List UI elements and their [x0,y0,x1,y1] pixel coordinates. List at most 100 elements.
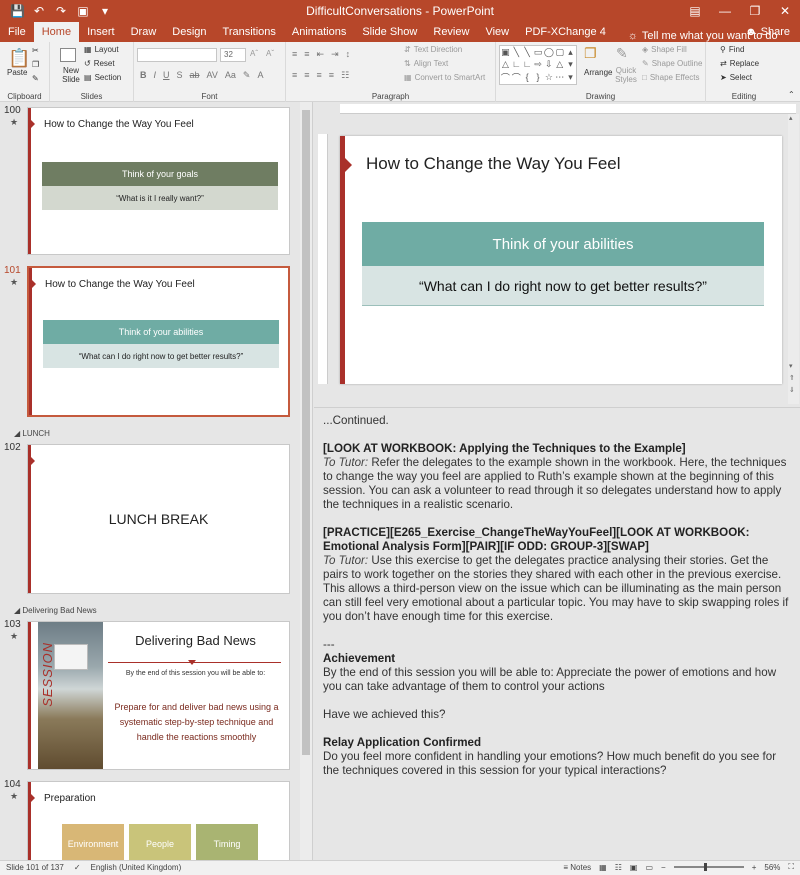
font-size-combo[interactable]: 32 [220,48,246,62]
columns-icon[interactable]: ☷ [341,70,349,81]
normal-view-icon[interactable]: ▦ [599,863,607,872]
shape-fill-button[interactable]: ◈ Shape Fill [642,45,687,54]
spellcheck-icon[interactable]: ✓ [74,863,81,872]
triangle-shape-icon[interactable]: △ [502,59,509,70]
elbow2-shape-icon[interactable]: ∟ [523,59,532,69]
reading-view-icon[interactable]: ▣ [630,863,638,872]
thumbnail-slide-103[interactable]: SESSION Delivering Bad News By the end o… [27,621,290,770]
text-direction-button[interactable]: ⇵ Text Direction [404,45,462,54]
more-shapes-icon[interactable]: ⋯ [555,72,564,83]
gallery-down-icon[interactable]: ▾ [568,59,573,70]
thumbnail-slide-104[interactable]: Preparation Environment People Timing [27,781,290,860]
quick-styles-label[interactable]: Quick Styles [614,66,638,84]
close-icon[interactable]: ✕ [770,0,800,22]
callout-shape-icon[interactable]: △ [556,59,563,70]
strikethrough-icon[interactable]: ab [190,70,200,81]
numbering-icon[interactable]: ≡ [304,49,309,60]
font-color-icon[interactable]: A [257,70,263,81]
star-shape-icon[interactable]: ☆ [545,72,553,83]
arrow-down-shape-icon[interactable]: ⇩ [545,59,553,70]
thumbnails-scrollbar[interactable] [300,102,312,860]
collapse-ribbon-icon[interactable]: ⌃ [788,90,795,99]
arrow-right-shape-icon[interactable]: ⇨ [534,59,542,70]
reset-button[interactable]: ↺ Reset [84,59,115,68]
new-slide-label[interactable]: New Slide [56,66,86,84]
thumbnail-slide-101[interactable]: How to Change the Way You Feel Think of … [27,266,290,417]
slide-sorter-icon[interactable]: ☷ [615,863,622,872]
highlight-icon[interactable]: ✎ [243,70,251,81]
format-painter-icon[interactable]: ✎ [32,74,39,83]
thumbnail-slide-100[interactable]: How to Change the Way You Feel Think of … [27,107,290,255]
oval-shape-icon[interactable]: ◯ [544,47,554,58]
scroll-down-icon[interactable]: ▾ [789,362,793,370]
line-shape-icon[interactable]: ╲ [514,47,519,58]
zoom-slider[interactable] [673,863,744,871]
line2-shape-icon[interactable]: ╲ [524,47,529,58]
convert-smartart-button[interactable]: ▦ Convert to SmartArt [404,73,485,82]
restore-icon[interactable]: ❐ [740,0,770,22]
previous-slide-icon[interactable]: ⇑ [789,374,795,382]
brace-left-shape-icon[interactable]: { [526,72,529,82]
tab-home[interactable]: Home [33,22,80,42]
slide-scrollbar[interactable]: ▴ ▾ ⇑ ⇓ [788,114,799,404]
section-header-lunch[interactable]: ◢ LUNCH [14,429,50,438]
next-slide-icon[interactable]: ⇓ [789,386,795,394]
current-slide[interactable]: How to Change the Way You Feel Think of … [340,136,782,384]
replace-button[interactable]: ⇄ Replace [720,59,759,68]
increase-indent-icon[interactable]: ⇥ [331,49,339,60]
tab-transitions[interactable]: Transitions [215,22,284,42]
align-left-icon[interactable]: ≡ [292,70,297,81]
paste-label[interactable]: Paste [7,68,27,77]
arrange-label[interactable]: Arrange [584,68,612,77]
new-slide-icon[interactable] [60,48,76,62]
grow-font-icon[interactable]: Aˆ [250,49,258,58]
undo-icon[interactable]: ↶ [32,4,46,18]
curve-shape-icon[interactable]: ⌒ [501,71,510,84]
bold-icon[interactable]: B [140,70,147,81]
speaker-notes[interactable]: ...Continued. [LOOK AT WORKBOOK: Applyin… [314,407,800,860]
section-header-bad-news[interactable]: ◢ Delivering Bad News [14,606,97,615]
gallery-up-icon[interactable]: ▴ [568,47,573,58]
zoom-in-icon[interactable]: + [752,863,757,872]
italic-icon[interactable]: I [154,70,157,81]
rounded-rect-shape-icon[interactable]: ▢ [555,47,564,58]
start-slideshow-icon[interactable]: ▣ [76,4,90,18]
notes-toggle[interactable]: ≡ Notes [563,863,591,872]
zoom-slider-knob[interactable] [703,863,707,871]
zoom-out-icon[interactable]: − [661,863,666,872]
shadow-icon[interactable]: S [177,70,183,81]
slide-band-heading[interactable]: Think of your abilities [362,222,764,266]
brace-right-shape-icon[interactable]: } [536,72,539,82]
zoom-level[interactable]: 56% [764,863,780,872]
scroll-up-icon[interactable]: ▴ [789,114,793,122]
shapes-gallery[interactable]: ▣ ╲ ╲ ▭ ◯ ▢ ▴ △ ∟ ∟ ⇨ ⇩ △ ▾ ⌒ ⌒ { } ☆ ⋯ [499,45,577,85]
paste-icon[interactable]: 📋 [8,48,30,69]
tab-pdf-xchange[interactable]: PDF-XChange 4 [517,22,614,42]
tab-design[interactable]: Design [164,22,214,42]
thumbnail-slide-102[interactable]: LUNCH BREAK [27,444,290,594]
slide-title[interactable]: How to Change the Way You Feel [366,154,621,174]
arrange-icon[interactable]: ❐ [584,45,597,62]
select-button[interactable]: ➤ Select [720,73,752,82]
layout-button[interactable]: ▦ Layout [84,45,119,54]
section-button[interactable]: ▤ Section [84,73,121,82]
tab-file[interactable]: File [0,22,34,42]
arc-shape-icon[interactable]: ⌒ [512,71,521,84]
tab-view[interactable]: View [477,22,517,42]
find-button[interactable]: ⚲ Find [720,45,744,54]
decrease-indent-icon[interactable]: ⇤ [317,49,325,60]
slideshow-view-icon[interactable]: ▭ [645,863,653,872]
ribbon-display-icon[interactable]: ▤ [680,0,710,22]
spacing-icon[interactable]: AV [207,70,218,81]
slide-band-quote[interactable]: “What can I do right now to get better r… [362,266,764,306]
tab-insert[interactable]: Insert [79,22,123,42]
justify-icon[interactable]: ≡ [329,70,334,81]
elbow-shape-icon[interactable]: ∟ [512,59,521,69]
line-spacing-icon[interactable]: ↕ [346,49,351,60]
gallery-expand-icon[interactable]: ▾ [568,72,573,83]
align-center-icon[interactable]: ≡ [304,70,309,81]
tab-animations[interactable]: Animations [284,22,354,42]
minimize-icon[interactable]: — [710,0,740,22]
copy-icon[interactable]: ❐ [32,60,39,69]
align-text-button[interactable]: ⇅ Align Text [404,59,448,68]
